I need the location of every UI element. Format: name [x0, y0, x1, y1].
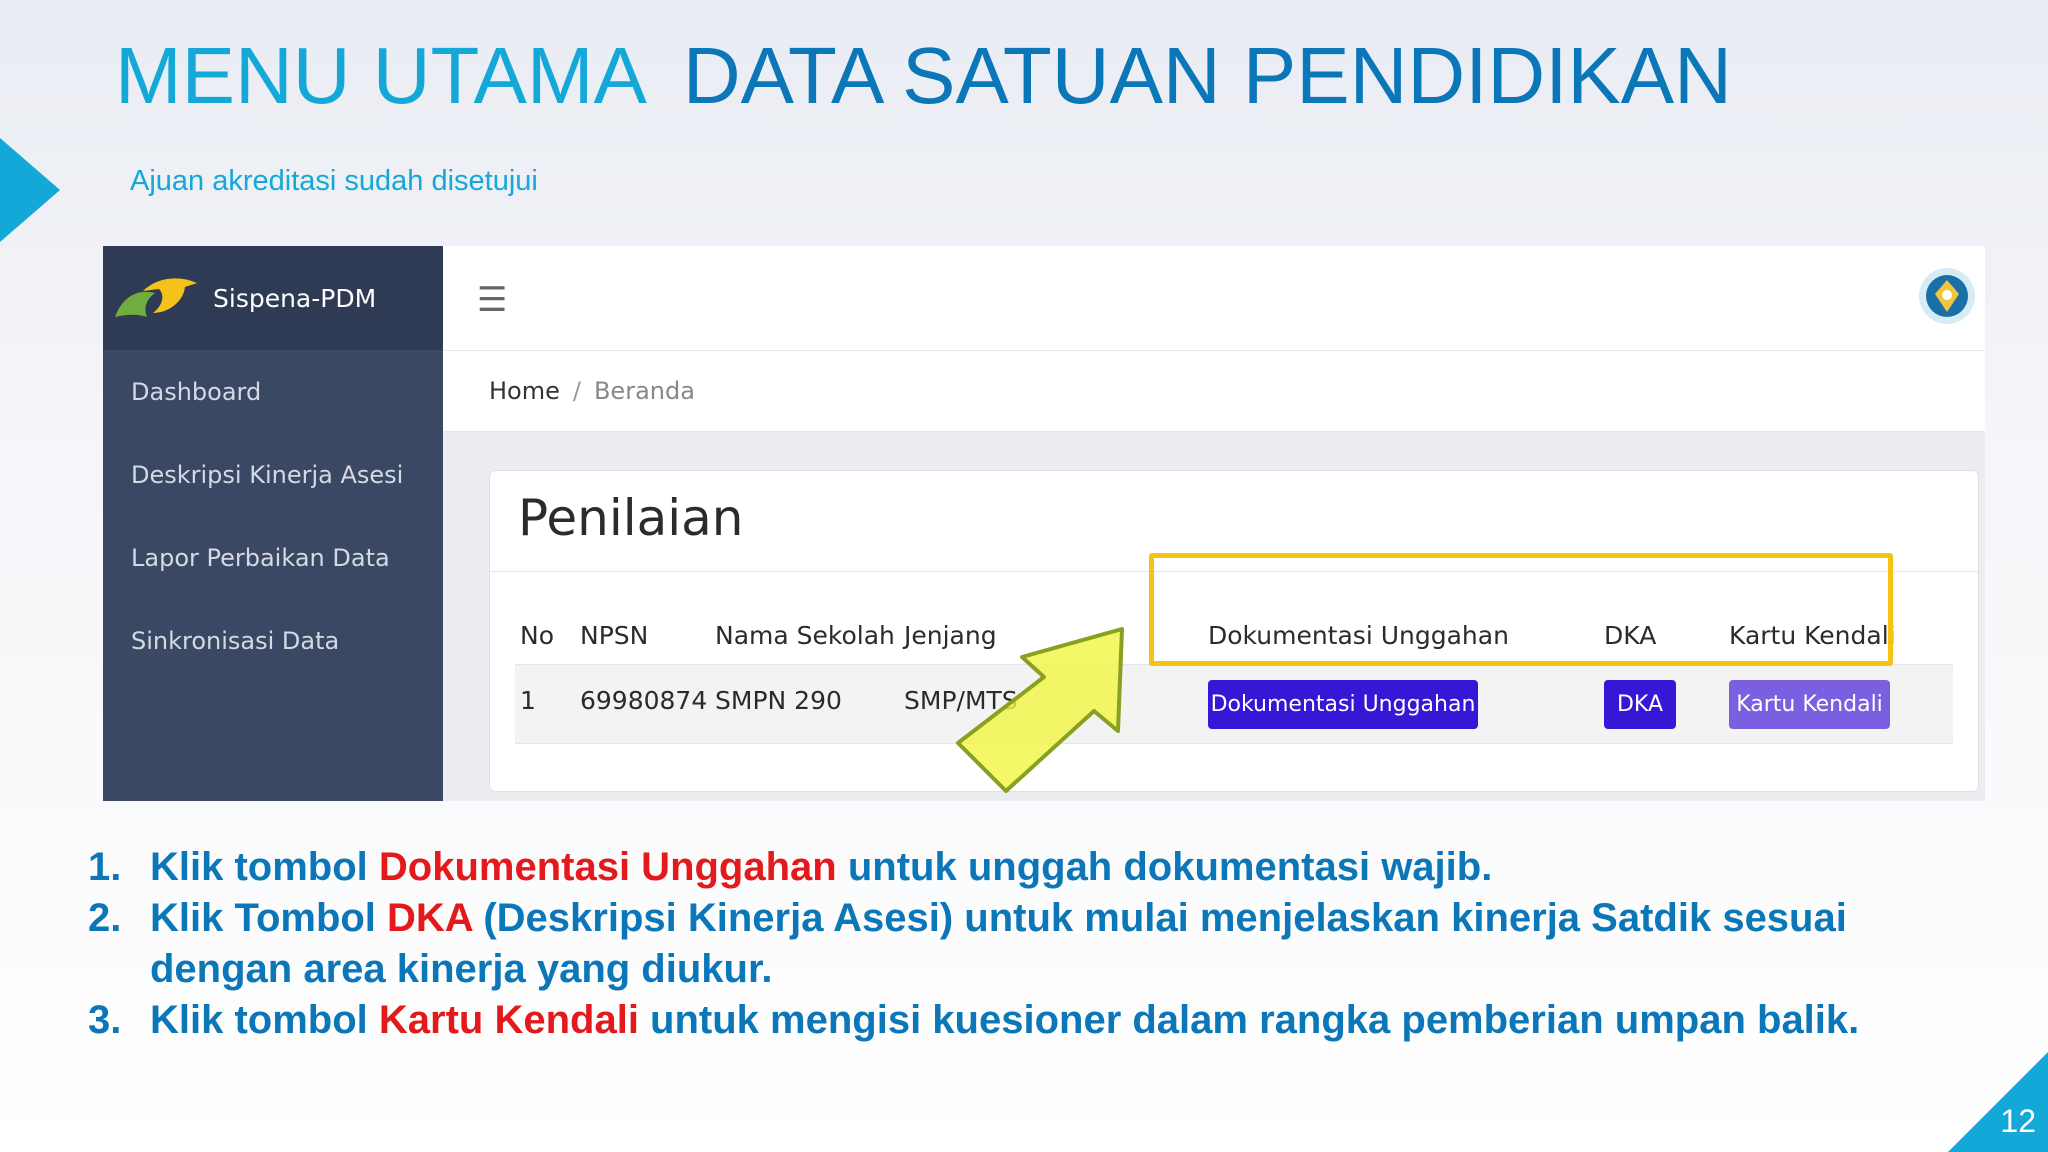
topbar: ☰ — [443, 246, 1985, 351]
sidebar-item-label: Dashboard — [131, 377, 262, 406]
instruction-list: 1. Klik tombol Dokumentasi Unggahan untuk… — [88, 842, 1968, 1046]
dokumentasi-unggahan-button[interactable]: Dokumentasi Unggahan — [1208, 680, 1478, 729]
instruction-highlight: Dokumentasi Unggahan — [378, 845, 837, 889]
instruction-text: Klik Tombol — [150, 896, 388, 940]
card-title: Penilaian — [518, 489, 744, 547]
page-number: 12 — [2000, 1103, 2036, 1139]
dka-button[interactable]: DKA — [1604, 680, 1676, 729]
emblem-icon[interactable] — [1919, 268, 1975, 324]
slide-title: MENU UTAMA DATA SATUAN PENDIDIKAN — [115, 30, 1732, 122]
instruction-number: 2. — [88, 896, 122, 940]
breadcrumb-separator: / — [572, 377, 581, 405]
instruction-text: Klik tombol — [150, 998, 379, 1042]
pointer-arrow-icon — [956, 627, 1124, 793]
instruction-item: 3. Klik tombol Kartu Kendali untuk mengis… — [88, 995, 1968, 1046]
breadcrumb-current: Beranda — [593, 377, 695, 405]
brand-name: Sispena-PDM — [213, 283, 377, 313]
kartu-kendali-button[interactable]: Kartu Kendali — [1729, 680, 1890, 729]
column-header-no: No — [520, 621, 554, 650]
column-header-npsn: NPSN — [580, 621, 649, 650]
sidebar-item-label: Deskripsi Kinerja Asesi — [131, 460, 404, 489]
sidebar: Sispena-PDM Dashboard Deskripsi Kinerja … — [103, 246, 443, 801]
sidebar-item-dashboard[interactable]: Dashboard — [103, 350, 443, 433]
slide-title-part2: DATA SATUAN PENDIDIKAN — [682, 31, 1732, 120]
sidebar-brand[interactable]: Sispena-PDM — [103, 246, 443, 350]
slide-title-part1: MENU UTAMA — [115, 31, 647, 120]
instruction-item: 2. Klik Tombol DKA (Deskripsi Kinerja Ase… — [88, 893, 1968, 995]
cell-nama-sekolah: SMPN 290 — [715, 686, 842, 715]
instruction-highlight: DKA — [387, 896, 473, 940]
breadcrumb: Home / Beranda — [443, 351, 1985, 432]
instruction-text: untuk mengisi kuesioner dalam rangka pem… — [638, 998, 1860, 1042]
breadcrumb-home-link[interactable]: Home — [489, 377, 560, 405]
highlight-box — [1149, 553, 1893, 666]
instruction-number: 3. — [88, 998, 122, 1042]
column-header-nama-sekolah: Nama Sekolah — [715, 621, 895, 650]
instruction-text: untuk unggah dokumentasi wajib. — [836, 845, 1493, 889]
cell-no: 1 — [520, 686, 536, 715]
slide-subtitle: Ajuan akreditasi sudah disetujui — [130, 165, 538, 197]
instruction-text: Klik tombol — [150, 845, 379, 889]
sidebar-item-lapor-perbaikan-data[interactable]: Lapor Perbaikan Data — [103, 516, 443, 599]
sidebar-item-deskripsi-kinerja-asesi[interactable]: Deskripsi Kinerja Asesi — [103, 433, 443, 516]
instruction-number: 1. — [88, 845, 122, 889]
sidebar-item-sinkronisasi-data[interactable]: Sinkronisasi Data — [103, 599, 443, 682]
hamburger-icon[interactable]: ☰ — [477, 280, 507, 320]
cell-npsn: 69980874 — [580, 686, 708, 715]
instruction-item: 1. Klik tombol Dokumentasi Unggahan untuk… — [88, 842, 1968, 893]
slide-left-arrow-decoration — [0, 138, 60, 242]
main-content: ☰ Home / Beranda Penilaian No NPSN Nama … — [443, 246, 1985, 801]
instruction-highlight: Kartu Kendali — [378, 998, 639, 1042]
sidebar-item-label: Sinkronisasi Data — [131, 626, 340, 655]
sidebar-item-label: Lapor Perbaikan Data — [131, 543, 390, 572]
brand-logo-icon — [115, 278, 197, 317]
